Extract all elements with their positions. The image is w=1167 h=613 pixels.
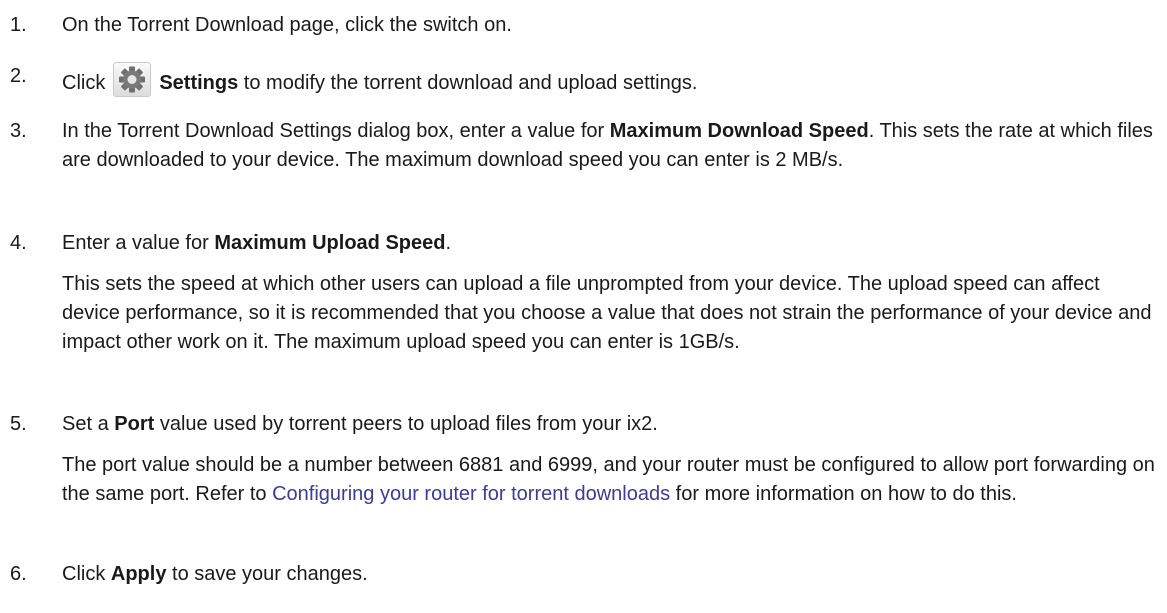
step-body: Click Apply to save your changes.	[62, 560, 1157, 589]
step-body: Set a Port value used by torrent peers t…	[62, 410, 1157, 509]
step-detail-paragraph: This sets the speed at which other users…	[62, 273, 1152, 353]
step-text-before: In the Torrent Download Settings dialog …	[62, 120, 610, 142]
step-text: Set a Port value used by torrent peers t…	[62, 410, 1157, 439]
step-bold-term: Port	[114, 413, 155, 435]
step-text-after: value used by torrent peers to upload fi…	[154, 413, 658, 435]
gear-icon-graphic	[119, 66, 146, 93]
step-detail-paragraph: The port value should be a number betwee…	[62, 451, 1157, 509]
step-bold-term: Maximum Download Speed	[609, 120, 869, 142]
step-number: 6.	[10, 563, 27, 585]
step-text: In the Torrent Download Settings dialog …	[62, 117, 1157, 175]
step-text-after: to save your changes.	[166, 563, 368, 585]
step-number: 1.	[10, 14, 27, 36]
step-text-after: .	[445, 232, 452, 254]
gear-icon	[113, 62, 152, 97]
step-text-before: Click	[62, 563, 111, 585]
step-bold-term: Settings	[159, 72, 239, 94]
step-body: Enter a value for Maximum Upload Speed. …	[62, 229, 1157, 357]
step-bold-term: Apply	[110, 563, 167, 585]
step-detail-after: for more information on how to do this.	[670, 483, 1017, 505]
step-body: In the Torrent Download Settings dialog …	[62, 117, 1157, 175]
step-text: Click Apply to save your changes.	[62, 560, 1157, 589]
step-body: Click Settings to modify the torrent dow…	[62, 62, 1157, 98]
router-config-link[interactable]: Configuring your router for torrent down…	[272, 483, 670, 505]
step-text: On the Torrent Download page, click the …	[62, 14, 512, 36]
step-number: 5.	[10, 413, 27, 435]
step-bold-term: Maximum Upload Speed	[214, 232, 446, 254]
step-text: Enter a value for Maximum Upload Speed.	[62, 229, 1157, 258]
step-number: 3.	[10, 120, 27, 142]
step-number: 4.	[10, 232, 27, 254]
step-text-after: to modify the torrent download and uploa…	[238, 72, 698, 94]
step-number: 2.	[10, 65, 27, 87]
step-text-before: Enter a value for	[62, 232, 215, 254]
step-text-before: Set a	[62, 413, 115, 435]
step-body: On the Torrent Download page, click the …	[62, 11, 1157, 40]
step-text: Click Settings to modify the torrent dow…	[62, 62, 1157, 98]
step-text-before: Click	[62, 72, 106, 94]
